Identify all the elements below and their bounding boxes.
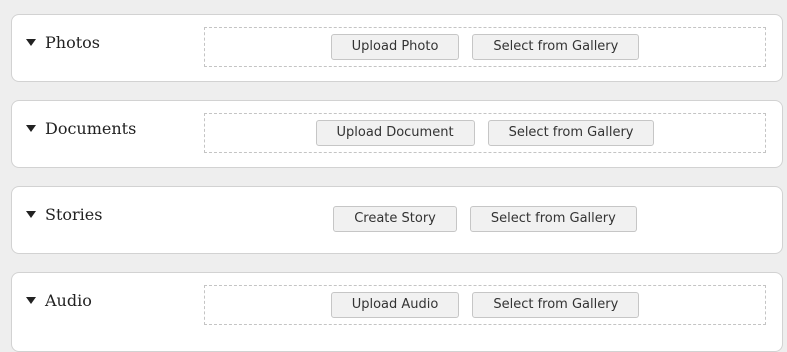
section-title: Photos — [45, 33, 100, 52]
create-story-button[interactable]: Create Story — [333, 206, 457, 232]
upload-photo-button[interactable]: Upload Photo — [330, 34, 460, 60]
upload-audio-button[interactable]: Upload Audio — [330, 292, 460, 318]
section-actions: Create Story Select from Gallery — [204, 199, 766, 239]
section-title: Documents — [45, 119, 137, 138]
section-stories: Stories Create Story Select from Gallery — [11, 186, 783, 254]
section-header-stories[interactable]: Stories — [26, 205, 102, 224]
caret-down-icon[interactable] — [26, 211, 36, 218]
caret-down-icon[interactable] — [26, 39, 36, 46]
section-audio: Audio Upload Audio Select from Gallery — [11, 272, 783, 352]
section-title: Stories — [45, 205, 103, 224]
section-photos: Photos Upload Photo Select from Gallery — [11, 14, 783, 82]
section-actions: Upload Audio Select from Gallery — [204, 285, 766, 325]
select-from-gallery-button[interactable]: Select from Gallery — [472, 292, 640, 318]
section-header-photos[interactable]: Photos — [26, 33, 100, 52]
select-from-gallery-button[interactable]: Select from Gallery — [472, 34, 640, 60]
select-from-gallery-button[interactable]: Select from Gallery — [487, 120, 655, 146]
caret-down-icon[interactable] — [26, 297, 36, 304]
section-actions: Upload Photo Select from Gallery — [204, 27, 766, 67]
section-title: Audio — [45, 291, 92, 310]
section-actions: Upload Document Select from Gallery — [204, 113, 766, 153]
upload-document-button[interactable]: Upload Document — [315, 120, 475, 146]
section-header-audio[interactable]: Audio — [26, 291, 92, 310]
select-from-gallery-button[interactable]: Select from Gallery — [469, 206, 637, 232]
section-documents: Documents Upload Document Select from Ga… — [11, 100, 783, 168]
section-header-documents[interactable]: Documents — [26, 119, 136, 138]
caret-down-icon[interactable] — [26, 125, 36, 132]
